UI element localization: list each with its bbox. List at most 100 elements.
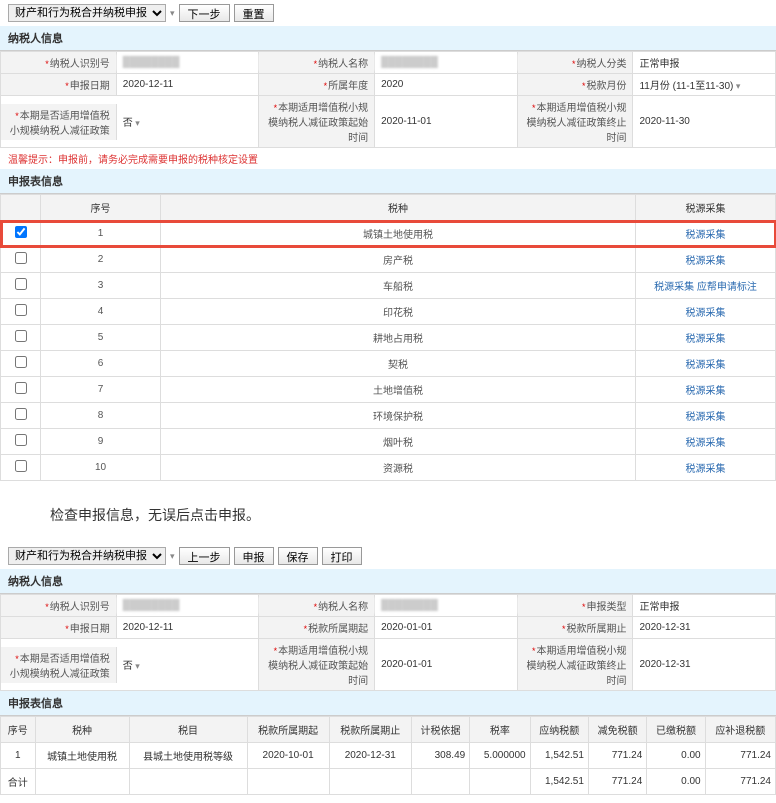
detail-col-header: 税款所属期起 bbox=[247, 717, 329, 743]
tax-row-checkbox[interactable] bbox=[15, 434, 27, 446]
tax-row-seq: 5 bbox=[41, 325, 161, 351]
tax-source-link[interactable]: 税源采集 bbox=[686, 412, 726, 423]
detail-col-header: 税种 bbox=[35, 717, 129, 743]
dropdown-icon: ▾ bbox=[170, 8, 175, 19]
tax-source-link[interactable]: 税源采集 bbox=[686, 464, 726, 475]
declare-info-header-2: 申报表信息 bbox=[0, 691, 776, 716]
info-label: 纳税人识别号 bbox=[1, 595, 117, 616]
tax-row: 1城镇土地使用税税源采集 bbox=[1, 221, 776, 247]
detail-col-header: 应纳税额 bbox=[530, 717, 588, 743]
tax-row-seq: 9 bbox=[41, 429, 161, 455]
detail-table: 序号税种税目税款所属期起税款所属期止计税依据税率应纳税额减免税额已缴税额应补退税… bbox=[0, 716, 776, 795]
tax-row-name: 环境保护税 bbox=[161, 403, 636, 429]
tax-source-link[interactable]: 税源采集 bbox=[686, 438, 726, 449]
tax-row-seq: 8 bbox=[41, 403, 161, 429]
tax-source-link[interactable]: 应帮申请标注 bbox=[697, 282, 757, 293]
info-label: 本期是否适用增值税小规模纳税人减征政策 bbox=[1, 647, 117, 683]
tax-row-seq: 7 bbox=[41, 377, 161, 403]
tax-row-checkbox[interactable] bbox=[15, 304, 27, 316]
info-label: 本期适用增值税小规模纳税人减征政策起始时间 bbox=[259, 639, 375, 690]
tax-row: 6契税税源采集 bbox=[1, 351, 776, 377]
tax-row-seq: 10 bbox=[41, 455, 161, 481]
info-value: ████████ bbox=[117, 597, 259, 614]
save-button[interactable]: 保存 bbox=[278, 547, 318, 565]
tax-row: 10资源税 税源采集 bbox=[1, 455, 776, 481]
tax-items-table: 序号税种税源采集 1城镇土地使用税税源采集2房产税税源采集3车船税税源采集 应帮… bbox=[0, 194, 776, 481]
info-value[interactable]: 否 ▾ bbox=[117, 654, 259, 675]
detail-row: 1城镇土地使用税县城土地使用税等级2020-10-012020-12-31308… bbox=[1, 743, 776, 769]
info-label: 本期是否适用增值税小规模纳税人减征政策 bbox=[1, 104, 117, 140]
info-label: 本期适用增值税小规模纳税人减征政策起始时间 bbox=[259, 96, 375, 147]
tax-row-checkbox[interactable] bbox=[15, 460, 27, 472]
tax-row-checkbox[interactable] bbox=[15, 408, 27, 420]
tax-row-name: 房产税 bbox=[161, 247, 636, 273]
tax-col-header: 税源采集 bbox=[636, 195, 776, 221]
tax-row-seq: 2 bbox=[41, 247, 161, 273]
tax-row: 8环境保护税 税源采集 bbox=[1, 403, 776, 429]
tax-row-name: 耕地占用税 bbox=[161, 325, 636, 351]
tax-source-link[interactable]: 税源采集 bbox=[686, 308, 726, 319]
tax-source-link[interactable]: 税源采集 bbox=[686, 360, 726, 371]
info-value: 2020-12-11 bbox=[117, 76, 259, 93]
info-label: 纳税人识别号 bbox=[1, 52, 117, 73]
warning-text: 温馨提示：申报前，请务必完成需要申报的税种核定设置 bbox=[0, 148, 776, 169]
tax-row-checkbox[interactable] bbox=[15, 330, 27, 342]
detail-col-header: 已缴税额 bbox=[647, 717, 705, 743]
tax-col-header: 序号 bbox=[41, 195, 161, 221]
tax-row-checkbox[interactable] bbox=[15, 356, 27, 368]
tax-source-link[interactable]: 税源采集 bbox=[686, 386, 726, 397]
tax-source-link[interactable]: 税源采集 bbox=[686, 230, 726, 241]
tax-source-link[interactable]: 税源采集 bbox=[686, 334, 726, 345]
dropdown-icon: ▾ bbox=[170, 551, 175, 562]
tax-row-checkbox[interactable] bbox=[15, 278, 27, 290]
tax-row-name: 烟叶税 bbox=[161, 429, 636, 455]
info-value: 2020-11-30 bbox=[633, 113, 775, 130]
tax-row-checkbox[interactable] bbox=[15, 226, 27, 238]
detail-col-header: 序号 bbox=[1, 717, 36, 743]
tax-row: 2房产税 税源采集 bbox=[1, 247, 776, 273]
tax-row-name: 城镇土地使用税 bbox=[161, 221, 636, 247]
info-value: ████████ bbox=[375, 597, 517, 614]
tax-row-seq: 4 bbox=[41, 299, 161, 325]
info-label: 本期适用增值税小规模纳税人减征政策终止时间 bbox=[518, 639, 634, 690]
detail-col-header: 计税依据 bbox=[411, 717, 469, 743]
info-label: 申报日期 bbox=[1, 74, 117, 95]
tax-row-name: 资源税 bbox=[161, 455, 636, 481]
detail-col-header: 税款所属期止 bbox=[329, 717, 411, 743]
tax-row-seq: 6 bbox=[41, 351, 161, 377]
tax-source-link[interactable]: 税源采集 bbox=[654, 282, 694, 293]
info-value: 2020-11-01 bbox=[375, 113, 517, 130]
detail-col-header: 税率 bbox=[470, 717, 530, 743]
tax-row-name: 车船税 bbox=[161, 273, 636, 299]
tax-row-checkbox[interactable] bbox=[15, 252, 27, 264]
info-value[interactable]: 否 ▾ bbox=[117, 111, 259, 132]
tax-row: 9烟叶税 税源采集 bbox=[1, 429, 776, 455]
info-label: 本期适用增值税小规模纳税人减征政策终止时间 bbox=[518, 96, 634, 147]
info-value[interactable]: 11月份 (11-1至11-30) ▾ bbox=[633, 74, 775, 95]
detail-col-header: 减免税额 bbox=[588, 717, 646, 743]
report-type-select-1[interactable]: 财产和行为税合并纳税申报 bbox=[8, 4, 166, 22]
detail-total-row: 合计1,542.51771.240.00771.24 bbox=[1, 769, 776, 795]
report-type-select-2[interactable]: 财产和行为税合并纳税申报 bbox=[8, 547, 166, 565]
tax-source-link[interactable]: 税源采集 bbox=[686, 256, 726, 267]
info-value: 正常申报 bbox=[633, 595, 775, 616]
tax-row-checkbox[interactable] bbox=[15, 382, 27, 394]
info-label: 税款所属期止 bbox=[518, 617, 634, 638]
next-button[interactable]: 下一步 bbox=[179, 4, 230, 22]
toolbar-2: 财产和行为税合并纳税申报 ▾ 上一步 申报 保存 打印 bbox=[0, 543, 776, 569]
declare-button[interactable]: 申报 bbox=[234, 547, 274, 565]
info-label: 申报类型 bbox=[518, 595, 634, 616]
info-label: 所属年度 bbox=[259, 74, 375, 95]
prev-button[interactable]: 上一步 bbox=[179, 547, 230, 565]
instruction-text: 检查申报信息，无误后点击申报。 bbox=[50, 505, 776, 525]
info-label: 纳税人分类 bbox=[518, 52, 634, 73]
info-label: 纳税人名称 bbox=[259, 52, 375, 73]
info-value: 2020-01-01 bbox=[375, 619, 517, 636]
reset-button[interactable]: 重置 bbox=[234, 4, 274, 22]
print-button[interactable]: 打印 bbox=[322, 547, 362, 565]
taxpayer-info-header-2: 纳税人信息 bbox=[0, 569, 776, 594]
info-label: 税款月份 bbox=[518, 74, 634, 95]
tax-col-header bbox=[1, 195, 41, 221]
taxpayer-info-header-1: 纳税人信息 bbox=[0, 26, 776, 51]
tax-row: 5耕地占用税 税源采集 bbox=[1, 325, 776, 351]
